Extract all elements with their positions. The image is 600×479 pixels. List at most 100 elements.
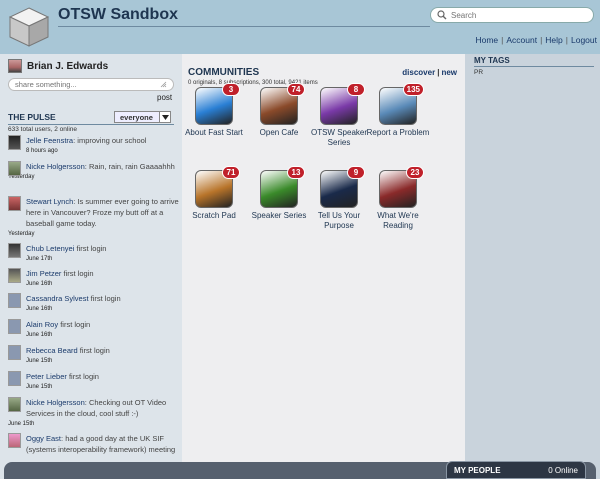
site-title[interactable]: OTSW Sandbox: [58, 6, 178, 24]
community-tile[interactable]: 13 Speaker Series: [246, 166, 312, 221]
user-name[interactable]: Brian J. Edwards: [27, 61, 108, 72]
community-label[interactable]: Report a Problem: [365, 128, 431, 138]
new-community-link[interactable]: new: [441, 68, 457, 77]
feed-user-name[interactable]: Stewart Lynch: [26, 197, 73, 206]
community-tile[interactable]: 135 Report a Problem: [365, 83, 431, 138]
community-icon[interactable]: 74: [260, 83, 305, 125]
community-label[interactable]: Speaker Series: [246, 211, 312, 221]
community-tile[interactable]: 8 OTSW Speaker Series: [306, 83, 372, 148]
community-icon[interactable]: 13: [260, 166, 305, 208]
feed-timestamp: 8 hours ago: [26, 148, 58, 154]
count-badge: 8: [347, 83, 365, 96]
dropdown-arrow-icon[interactable]: [159, 112, 170, 122]
community-label[interactable]: OTSW Speaker Series: [306, 128, 372, 148]
default-avatar-icon[interactable]: [8, 319, 21, 334]
pulse-title: THE PULSE: [8, 112, 56, 122]
tag-link[interactable]: PR: [474, 69, 483, 76]
search-box[interactable]: [430, 7, 594, 23]
user-avatar[interactable]: [8, 397, 21, 412]
discover-link[interactable]: discover: [402, 68, 435, 77]
community-tile[interactable]: 71 Scratch Pad: [181, 166, 247, 221]
resize-grip-icon: [160, 81, 167, 88]
share-input[interactable]: [15, 80, 155, 89]
link-separator: |: [437, 68, 440, 77]
pulse-filter-value: everyone: [120, 112, 153, 122]
community-label[interactable]: About Fast Start: [181, 128, 247, 138]
feed-user-name[interactable]: Oggy East: [26, 434, 61, 443]
right-sidebar: MY TAGS PR: [465, 54, 600, 479]
community-tile[interactable]: 74 Open Cafe: [246, 83, 312, 138]
user-avatar[interactable]: [8, 161, 21, 176]
list-item: Peter Lieber first login June 15th: [8, 371, 180, 392]
list-item: Stewart Lynch: Is summer ever going to a…: [8, 196, 180, 239]
pulse-stats: 633 total users, 2 online: [8, 126, 78, 133]
search-input[interactable]: [451, 10, 581, 20]
feed-timestamp: June 15th: [8, 421, 35, 427]
list-item: Nicke Holgersson: Rain, rain, rain Gaaaa…: [8, 161, 180, 182]
feed-timestamp: Yesterday: [8, 174, 35, 180]
nav-home-link[interactable]: Home: [475, 35, 498, 45]
nav-logout-link[interactable]: Logout: [571, 35, 597, 45]
count-badge: 135: [402, 83, 424, 96]
community-icon[interactable]: 71: [195, 166, 240, 208]
community-icon[interactable]: 8: [320, 83, 365, 125]
feed-user-name[interactable]: Peter Lieber: [26, 372, 67, 381]
feed-user-name[interactable]: Alain Roy: [26, 320, 58, 329]
user-avatar[interactable]: [8, 268, 21, 283]
feed-timestamp: Yesterday: [8, 231, 35, 237]
community-icon[interactable]: 135: [379, 83, 424, 125]
list-item: Alain Roy first login June 16th: [8, 319, 180, 340]
user-avatar[interactable]: [8, 59, 22, 73]
feed-timestamp: June 16th: [26, 281, 53, 287]
community-icon[interactable]: 9: [320, 166, 365, 208]
communities-links: discover | new: [402, 68, 457, 77]
community-label[interactable]: Tell Us Your Purpose: [306, 211, 372, 231]
feed-text: : Rain, rain, rain Gaaaahhh: [84, 162, 175, 171]
nav-separator: |: [540, 35, 543, 45]
feed-text: first login: [58, 320, 91, 329]
feed-timestamp: June 15th: [26, 358, 53, 364]
user-avatar[interactable]: [8, 135, 21, 150]
online-count: 0 Online: [548, 465, 578, 475]
header: OTSW Sandbox Home | Account | Help | Log…: [0, 0, 600, 54]
feed-timestamp: June 16th: [26, 306, 53, 312]
feed-user-name[interactable]: Jim Petzer: [26, 269, 61, 278]
list-item: Chub Letenyei first login June 17th: [8, 243, 180, 264]
feed-text: first login: [61, 269, 94, 278]
feed-user-name[interactable]: Chub Letenyei: [26, 244, 74, 253]
user-avatar[interactable]: [8, 196, 21, 211]
community-icon[interactable]: 3: [195, 83, 240, 125]
community-tile[interactable]: 23 What We're Reading: [365, 166, 431, 231]
pulse-divider: [8, 124, 174, 125]
list-item: Nicke Holgersson: Checking out OT Video …: [8, 397, 180, 429]
my-people-panel[interactable]: MY PEOPLE 0 Online: [446, 461, 586, 479]
community-tile[interactable]: 9 Tell Us Your Purpose: [306, 166, 372, 231]
community-label[interactable]: What We're Reading: [365, 211, 431, 231]
feed-user-name[interactable]: Nicke Holgersson: [26, 398, 85, 407]
default-avatar-icon[interactable]: [8, 345, 21, 360]
community-tile[interactable]: 3 About Fast Start: [181, 83, 247, 138]
feed-user-name[interactable]: Jelle Feenstra: [26, 136, 73, 145]
cube-logo-icon[interactable]: [8, 6, 50, 48]
pulse-filter-select[interactable]: everyone: [114, 111, 171, 123]
nav-separator: |: [501, 35, 504, 45]
feed-user-name[interactable]: Cassandra Sylvest: [26, 294, 89, 303]
community-label[interactable]: Scratch Pad: [181, 211, 247, 221]
default-avatar-icon[interactable]: [8, 371, 21, 386]
community-label[interactable]: Open Cafe: [246, 128, 312, 138]
user-row: Brian J. Edwards: [8, 59, 108, 73]
communities-panel: COMMUNITIES discover | new 0 originals, 8 …: [182, 54, 465, 479]
feed-user-name[interactable]: Nicke Holgersson: [26, 162, 85, 171]
nav-help-link[interactable]: Help: [545, 35, 562, 45]
feed-user-name[interactable]: Rebecca Beard: [26, 346, 78, 355]
nav-account-link[interactable]: Account: [506, 35, 537, 45]
user-avatar[interactable]: [8, 433, 21, 448]
list-item: Cassandra Sylvest first login June 16th: [8, 293, 180, 314]
count-badge: 71: [222, 166, 240, 179]
default-avatar-icon[interactable]: [8, 293, 21, 308]
post-button[interactable]: post: [157, 93, 172, 102]
community-icon[interactable]: 23: [379, 166, 424, 208]
user-avatar[interactable]: [8, 243, 21, 258]
share-box[interactable]: [8, 78, 174, 91]
count-badge: 23: [406, 166, 424, 179]
